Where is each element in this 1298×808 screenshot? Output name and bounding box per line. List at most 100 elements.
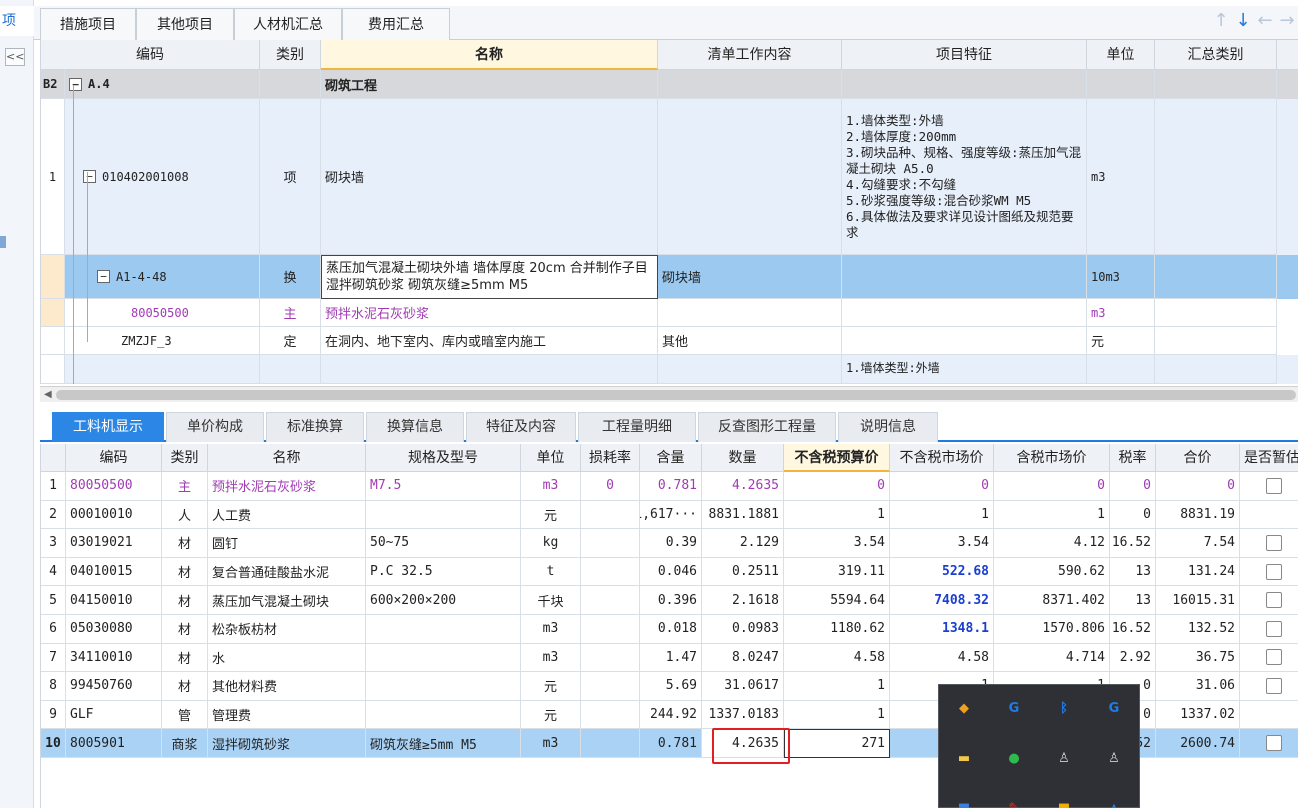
estimate-checkbox[interactable] [1266,563,1282,580]
tab-quantity-details[interactable]: 工程量明细 [578,412,696,442]
col-header-feature[interactable]: 项目特征 [842,40,1087,70]
move-up-icon[interactable]: ↑ [1210,10,1232,31]
tab-measures[interactable]: 措施项目 [40,8,136,40]
collapse-button[interactable]: << [5,48,25,66]
type-cell: 主 [260,299,321,327]
collapse-tree-icon[interactable]: − [69,77,82,91]
tab-description[interactable]: 说明信息 [838,412,938,442]
table-row[interactable]: B2 − A.4 砌筑工程 [41,70,1298,99]
table-row[interactable]: ZMZJF_3 定 在洞内、地下室内、库内或暗室内施工 其他 元 [41,327,1298,355]
col-header-total[interactable]: 合价 [1156,444,1240,472]
tab-unit-price[interactable]: 单价构成 [166,412,264,442]
budget-price-cell: 5594.64 [784,586,890,615]
col-header-type[interactable]: 类别 [162,444,208,472]
g-app-icon[interactable]: G [1103,697,1125,719]
estimate-checkbox[interactable] [1266,620,1282,637]
type-cell: 商浆 [162,729,208,758]
table-row[interactable]: 3 03019021 材圆钉 50~75 kg 0.39 2.129 3.54 3.54 4.12… [41,529,1298,558]
pen-icon[interactable]: ✎ [1003,797,1025,808]
loss-rate-cell [581,557,640,587]
app-icon[interactable]: ▲ [1103,797,1125,808]
app-icon[interactable]: ■ [1053,797,1075,808]
unit-cell: m3 [521,472,581,501]
wechat-icon[interactable]: ● [1003,747,1025,769]
col-header-name[interactable]: 名称 [208,444,366,472]
user-icon[interactable]: ♙ [1103,747,1125,769]
system-tray-popup: ◆ G ᛒ G ▬ ● ♙ ♙ ■ ✎ ■ ▲ [938,684,1140,808]
move-left-icon[interactable]: ← [1254,10,1276,31]
unit-cell: m3 [521,643,581,673]
tab-reverse-lookup[interactable]: 反查图形工程量 [698,412,836,442]
col-header-summary[interactable]: 汇总类别 [1155,40,1277,70]
type-cell: 项 [260,99,321,255]
col-header-code[interactable]: 编码 [66,444,162,472]
table-row[interactable]: 1 −010402001008 项 砌块墙 1.墙体类型:外墙 2.墙体厚度:2… [41,99,1298,255]
summary-cell [1155,355,1277,384]
col-header-unit[interactable]: 单位 [1087,40,1155,70]
tab-standard-conversion[interactable]: 标准换算 [266,412,364,442]
row-number: 1 [41,472,66,501]
col-header-type[interactable]: 类别 [260,40,321,70]
col-header-work-content[interactable]: 清单工作内容 [658,40,842,70]
table-row[interactable]: 4 04010015 材复合普通硅酸盐水泥 P.C 32.5 t 0.046 0.2511 3… [41,557,1298,587]
tab-conversion-info[interactable]: 换算信息 [366,412,464,442]
col-header-budget-price[interactable]: 不含税预算价 [784,444,890,472]
unit-cell: 元 [1087,327,1155,355]
app-icon[interactable]: ■ [953,797,975,808]
collapse-tree-icon[interactable]: − [83,170,96,183]
table-row[interactable]: 7 34110010 材水 m3 1.47 8.0247 4.58 4.58 4.714 2.92… [41,643,1298,673]
quantity-cell: 0.0983 [702,615,784,644]
sidebar-selected-item[interactable]: 项 [0,6,34,36]
move-right-icon[interactable]: → [1276,10,1298,31]
bluetooth-icon[interactable]: ᛒ [1053,697,1075,719]
col-header-market-price[interactable]: 不含税市场价 [890,444,994,472]
col-header-quantity[interactable]: 数量 [702,444,784,472]
work-cell: 其他 [658,327,842,355]
col-header-tax-market-price[interactable]: 含税市场价 [994,444,1110,472]
tax-rate-cell: 0 [1110,500,1156,530]
col-header-name[interactable]: 名称 [321,40,658,70]
scroll-left-icon[interactable]: ◀ [44,387,52,403]
total-cell: 0 [1156,472,1240,501]
col-header-estimate[interactable]: 是否暂估 [1240,444,1298,472]
type-cell: 管 [162,700,208,730]
move-down-icon[interactable]: ↓ [1232,10,1254,31]
name-cell-editing[interactable]: 蒸压加气混凝土砌块外墙 墙体厚度 20cm 合并制作子目 湿拌砌筑砂浆 砌筑灰缝… [321,255,658,299]
tab-resource-display[interactable]: 工料机显示 [52,412,164,442]
col-header-unit[interactable]: 单位 [521,444,581,472]
table-row[interactable]: 6 05030080 材松杂板枋材 m3 0.018 0.0983 1180.62 1348.… [41,615,1298,644]
table-row[interactable]: 1.墙体类型:外墙 [41,355,1298,384]
table-row[interactable]: 80050500 主 预拌水泥石灰砂浆 m3 [41,299,1298,327]
budget-price-cell[interactable]: 271 [784,729,890,758]
shield-icon[interactable]: ◆ [953,697,975,719]
estimate-checkbox[interactable] [1266,534,1282,551]
tab-other-items[interactable]: 其他项目 [136,8,234,40]
collapse-tree-icon[interactable]: − [97,270,110,283]
folder-icon[interactable]: ▬ [953,747,975,769]
table-row[interactable]: 1 80050500 主预拌水泥石灰砂浆 M7.5 m3 0 0.781 4.2635 0 0 0 0… [41,472,1298,501]
table-row[interactable]: 5 04150010 材蒸压加气混凝土砌块 600×200×200 千块 0.396 2.1… [41,586,1298,615]
estimate-checkbox[interactable] [1266,735,1282,752]
estimate-checkbox[interactable] [1266,677,1282,694]
horizontal-scrollbar[interactable]: ◀ [40,386,1298,402]
unit-cell: 元 [521,500,581,530]
name-cell: 水 [208,643,366,673]
col-header-spec[interactable]: 规格及型号 [366,444,521,472]
table-row[interactable]: 2 00010010 人人工费元 1,617··· 8831.1881 1 1 1 0 8831.… [41,500,1298,530]
g-logo-icon[interactable]: G [1003,697,1025,719]
col-header-loss-rate[interactable]: 损耗率 [581,444,640,472]
tab-features[interactable]: 特征及内容 [466,412,576,442]
table-row-selected[interactable]: − A1-4-48 换 蒸压加气混凝土砌块外墙 墙体厚度 20cm 合并制作子目 … [41,255,1298,299]
tab-cost-summary[interactable]: 费用汇总 [342,8,450,40]
tax-market-price-cell: 0 [994,472,1110,501]
estimate-checkbox[interactable] [1266,649,1282,666]
tab-resource-summary[interactable]: 人材机汇总 [234,8,342,40]
estimate-checkbox[interactable] [1266,477,1282,494]
spec-cell: P.C 32.5 [366,557,521,587]
scrollbar-thumb[interactable] [56,390,1296,400]
estimate-checkbox[interactable] [1266,592,1282,609]
col-header-content[interactable]: 含量 [640,444,702,472]
user-icon[interactable]: ♙ [1053,747,1075,769]
col-header-tax-rate[interactable]: 税率 [1110,444,1156,472]
col-header-code[interactable]: 编码 [41,40,260,70]
